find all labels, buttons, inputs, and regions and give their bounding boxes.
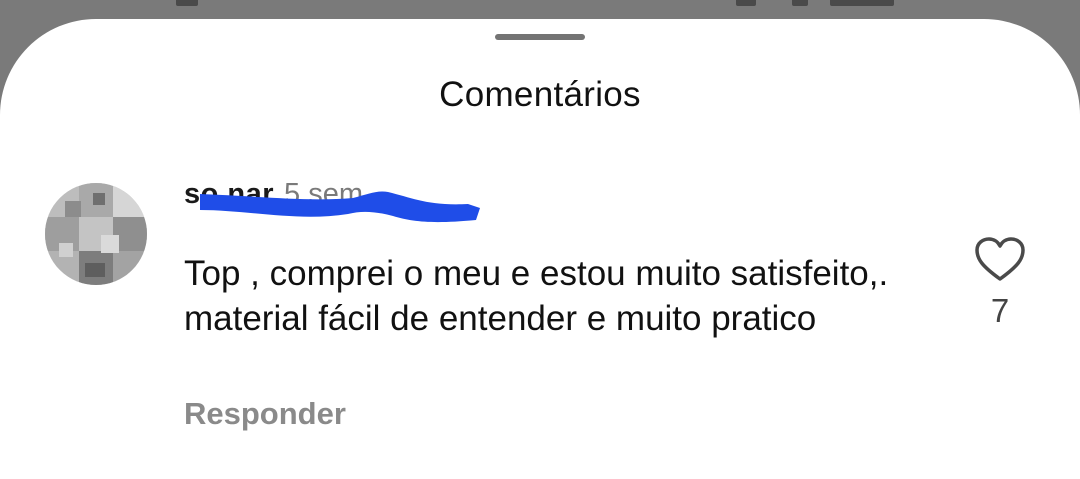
status-icon (830, 0, 894, 6)
comment-text: Top , comprei o meu e estou muito satisf… (184, 254, 889, 338)
like-count: 7 (990, 292, 1010, 329)
status-icon (736, 0, 756, 6)
blurred-avatar-image (45, 183, 147, 285)
reply-button[interactable]: Responder (184, 396, 346, 432)
status-bar (0, 0, 1080, 20)
redaction-mark (200, 191, 480, 223)
heart-outline-icon (975, 237, 1025, 281)
like-button[interactable] (972, 235, 1028, 285)
status-icon (792, 0, 808, 6)
avatar[interactable] (45, 183, 147, 285)
sheet-title: Comentários (439, 75, 641, 114)
status-icon (176, 0, 198, 6)
drag-handle[interactable] (495, 34, 585, 40)
